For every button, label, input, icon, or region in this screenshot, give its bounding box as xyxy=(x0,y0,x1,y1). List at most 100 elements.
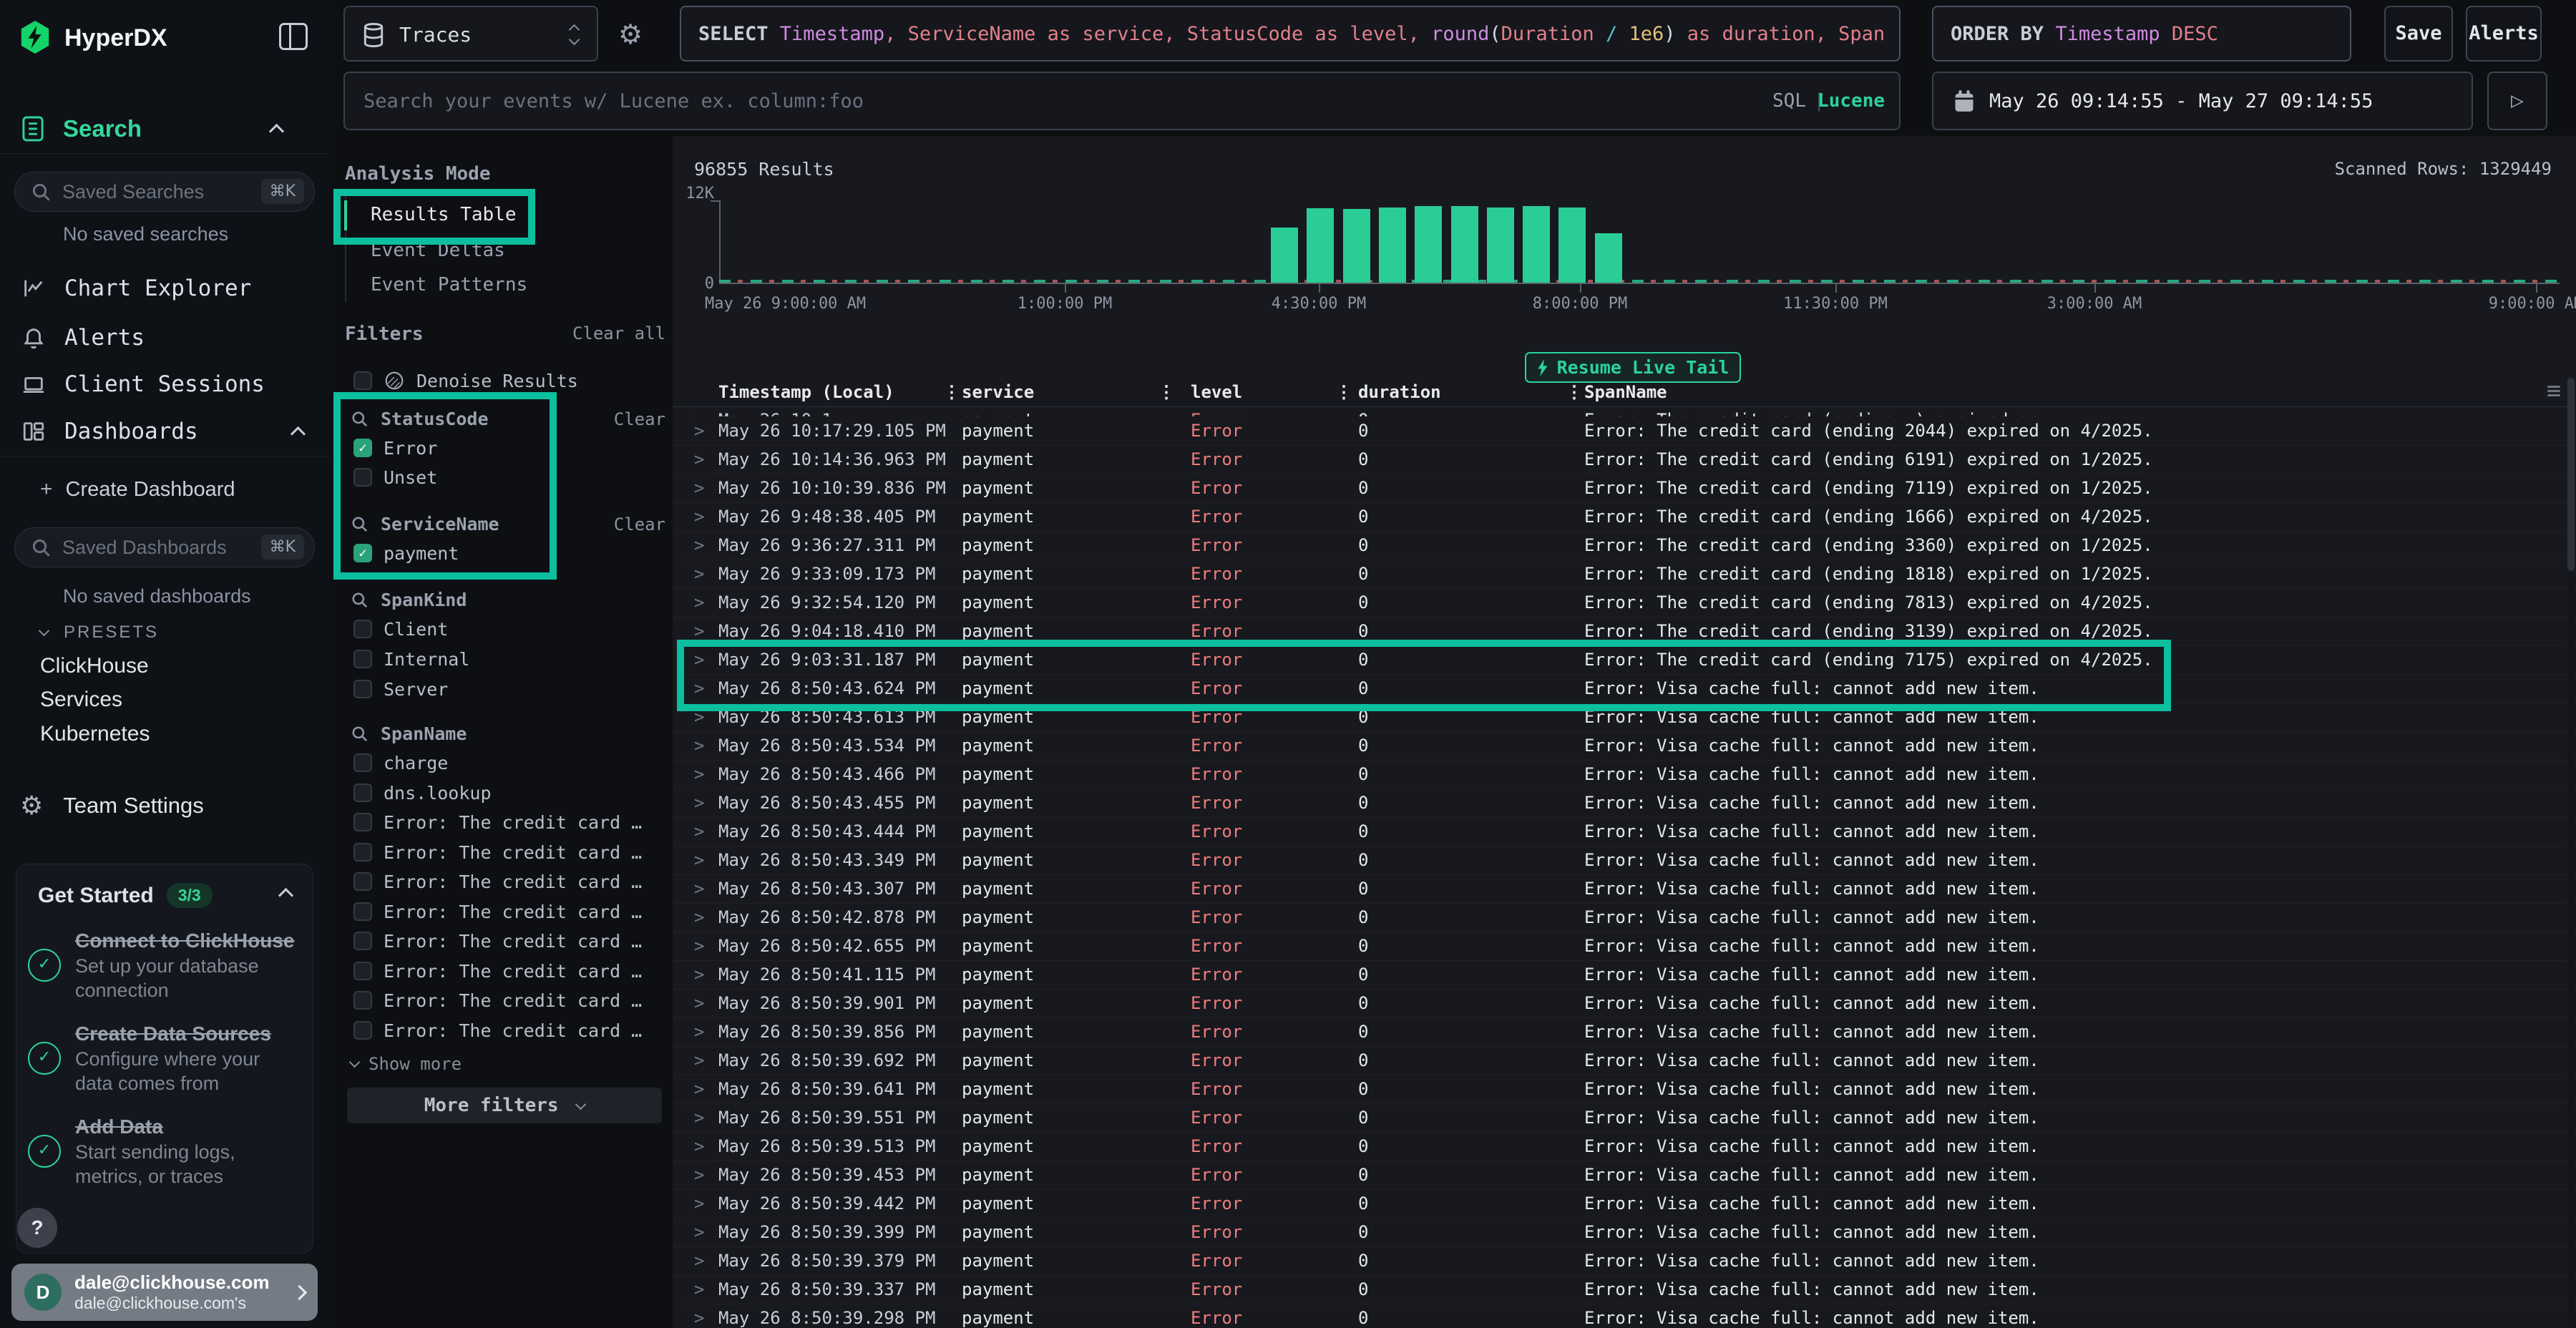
saved-searches-input[interactable]: Saved Searches ⌘K xyxy=(14,172,315,212)
row-expand-chevron-icon[interactable]: > xyxy=(694,731,704,760)
row-expand-chevron-icon[interactable]: > xyxy=(694,1275,704,1304)
row-expand-chevron-icon[interactable]: > xyxy=(694,416,704,445)
facet-option[interactable]: Error: The credit card … xyxy=(353,1016,642,1045)
row-expand-chevron-icon[interactable]: > xyxy=(694,474,704,502)
row-expand-chevron-icon[interactable]: > xyxy=(694,989,704,1017)
alerts-button[interactable]: Alerts xyxy=(2466,6,2542,62)
lucene-search-input[interactable]: Search your events w/ Lucene ex. column:… xyxy=(343,72,1901,130)
clear-all-link[interactable]: Clear all xyxy=(572,323,665,343)
more-filters-button[interactable]: More filters xyxy=(347,1088,662,1123)
get-started-collapse-chevron-icon[interactable] xyxy=(278,888,293,903)
facet-option[interactable]: Error: The credit card … xyxy=(353,808,642,836)
row-expand-chevron-icon[interactable]: > xyxy=(694,960,704,989)
sidebar-collapse-icon[interactable] xyxy=(279,23,308,50)
table-row[interactable]: >May 26 9:36:27.311 PMpaymentError0Error… xyxy=(673,531,2576,560)
checkbox-icon[interactable] xyxy=(353,843,372,861)
sql-select-input[interactable]: SELECT Timestamp, ServiceName as service… xyxy=(680,6,1901,62)
table-row[interactable]: >May 26 9:32:54.120 PMpaymentError0Error… xyxy=(673,588,2576,617)
row-expand-chevron-icon[interactable]: > xyxy=(694,788,704,817)
histogram-bar[interactable] xyxy=(1415,206,1442,283)
table-row[interactable]: >May 26 9:04:18.410 PMpaymentError0Error… xyxy=(673,617,2576,646)
histogram-bar[interactable] xyxy=(1343,209,1370,283)
row-expand-chevron-icon[interactable]: > xyxy=(694,874,704,903)
histogram-bar[interactable] xyxy=(1271,228,1298,283)
table-row[interactable]: >May 26 8:50:43.624 PMpaymentError0Error… xyxy=(673,674,2576,703)
saved-dashboards-input[interactable]: Saved Dashboards ⌘K xyxy=(14,527,315,567)
create-dashboard-button[interactable]: + Create Dashboard xyxy=(40,474,235,505)
preset-item-clickhouse[interactable]: ClickHouse xyxy=(40,654,149,678)
checkbox-icon[interactable] xyxy=(353,783,372,802)
facet-option[interactable]: Error: The credit card … xyxy=(353,957,642,985)
row-expand-chevron-icon[interactable]: > xyxy=(694,502,704,531)
row-expand-chevron-icon[interactable]: > xyxy=(694,1246,704,1275)
preset-item-kubernetes[interactable]: Kubernetes xyxy=(40,722,150,746)
facet-clear-link[interactable]: Clear xyxy=(614,405,665,434)
table-row[interactable]: >May 26 8:50:43.444 PMpaymentError0Error… xyxy=(673,817,2576,846)
facet-option[interactable]: Client xyxy=(353,615,448,643)
table-row[interactable]: >May 26 8:50:39.298 PMpaymentError0Error… xyxy=(673,1304,2576,1328)
facet-option[interactable]: ✓payment xyxy=(353,539,459,567)
checkbox-icon[interactable] xyxy=(353,991,372,1010)
checkbox-icon[interactable] xyxy=(353,813,372,831)
row-expand-chevron-icon[interactable]: > xyxy=(694,1161,704,1189)
table-row[interactable]: >May 26 8:50:39.399 PMpaymentError0Error… xyxy=(673,1218,2576,1247)
help-button[interactable]: ? xyxy=(17,1208,57,1248)
facet-option[interactable]: Server xyxy=(353,675,448,703)
row-expand-chevron-icon[interactable]: > xyxy=(694,1218,704,1246)
row-expand-chevron-icon[interactable]: > xyxy=(694,1103,704,1132)
table-row[interactable]: >May 26 8:50:41.115 PMpaymentError0Error… xyxy=(673,960,2576,990)
facet-option[interactable]: Error: The credit card … xyxy=(353,897,642,926)
show-more-link[interactable]: Show more xyxy=(351,1051,462,1077)
table-row[interactable]: >May 26 8:50:39.379 PMpaymentError0Error… xyxy=(673,1246,2576,1276)
row-expand-chevron-icon[interactable]: > xyxy=(694,1132,704,1161)
row-expand-chevron-icon[interactable]: > xyxy=(694,846,704,874)
lang-toggle-sql[interactable]: SQL xyxy=(1772,90,1806,112)
preset-item-services[interactable]: Services xyxy=(40,688,122,712)
table-row[interactable]: >May 26 8:50:43.613 PMpaymentError0Error… xyxy=(673,703,2576,732)
checkbox-icon[interactable] xyxy=(353,932,372,950)
facet-option[interactable]: Error: The credit card … xyxy=(353,927,642,955)
row-expand-chevron-icon[interactable]: > xyxy=(694,1075,704,1103)
row-expand-chevron-icon[interactable]: > xyxy=(694,760,704,788)
date-range-picker[interactable]: May 26 09:14:55 - May 27 09:14:55 xyxy=(1932,72,2473,130)
checkbox-icon[interactable] xyxy=(353,468,372,487)
checkbox-icon[interactable] xyxy=(353,620,372,638)
table-row[interactable]: >May 26 10:17:29.105 PMpaymentError0Erro… xyxy=(673,416,2576,446)
sidebar-item-client-sessions[interactable]: Client Sessions xyxy=(0,364,329,404)
row-expand-chevron-icon[interactable]: > xyxy=(694,645,704,674)
table-row[interactable]: >May 26 10:14:36.963 PMpaymentError0Erro… xyxy=(673,445,2576,474)
nav-search[interactable]: Search xyxy=(21,113,308,145)
column-drag-handle-icon[interactable]: ⋮ xyxy=(1335,378,1352,406)
table-row[interactable]: >May 26 10:1…paymentError0Error: The cre… xyxy=(673,406,2576,416)
results-histogram[interactable] xyxy=(719,200,2560,284)
checkbox-icon[interactable] xyxy=(353,753,372,772)
analysis-mode-item[interactable]: Results Table xyxy=(345,200,645,229)
histogram-bar[interactable] xyxy=(1487,208,1514,283)
analysis-mode-item[interactable]: Event Deltas xyxy=(345,236,645,265)
row-expand-chevron-icon[interactable]: > xyxy=(694,932,704,960)
facet-option[interactable]: Error: The credit card … xyxy=(353,838,642,866)
table-row[interactable]: >May 26 8:50:39.856 PMpaymentError0Error… xyxy=(673,1017,2576,1047)
table-row[interactable]: >May 26 8:50:39.551 PMpaymentError0Error… xyxy=(673,1103,2576,1133)
row-expand-chevron-icon[interactable]: > xyxy=(694,674,704,703)
facet-option[interactable]: charge xyxy=(353,748,448,777)
col-header-timestamp[interactable]: Timestamp (Local) xyxy=(718,378,894,406)
table-row[interactable]: >May 26 8:50:43.466 PMpaymentError0Error… xyxy=(673,760,2576,789)
histogram-bar[interactable] xyxy=(1307,208,1334,283)
table-row[interactable]: >May 26 8:50:39.901 PMpaymentError0Error… xyxy=(673,989,2576,1018)
team-settings-item[interactable]: ⚙ Team Settings xyxy=(20,786,204,826)
row-expand-chevron-icon[interactable]: > xyxy=(694,531,704,560)
table-row[interactable]: >May 26 8:50:43.307 PMpaymentError0Error… xyxy=(673,874,2576,904)
sidebar-item-dashboards[interactable]: Dashboards xyxy=(0,411,329,451)
table-row[interactable]: >May 26 8:50:43.534 PMpaymentError0Error… xyxy=(673,731,2576,761)
save-button[interactable]: Save xyxy=(2384,6,2453,62)
table-row[interactable]: >May 26 8:50:39.442 PMpaymentError0Error… xyxy=(673,1189,2576,1219)
get-started-item[interactable]: ✓Create Data SourcesConfigure where your… xyxy=(28,1021,297,1095)
col-header-service[interactable]: service xyxy=(962,378,1034,406)
table-row[interactable]: >May 26 9:48:38.405 PMpaymentError0Error… xyxy=(673,502,2576,532)
sidebar-item-alerts[interactable]: Alerts xyxy=(0,318,329,358)
column-drag-handle-icon[interactable]: ⋮ xyxy=(943,378,960,406)
column-drag-handle-icon[interactable]: ⋮ xyxy=(1158,378,1175,406)
table-row[interactable]: >May 26 9:33:09.173 PMpaymentError0Error… xyxy=(673,560,2576,589)
col-header-duration[interactable]: duration xyxy=(1358,378,1441,406)
